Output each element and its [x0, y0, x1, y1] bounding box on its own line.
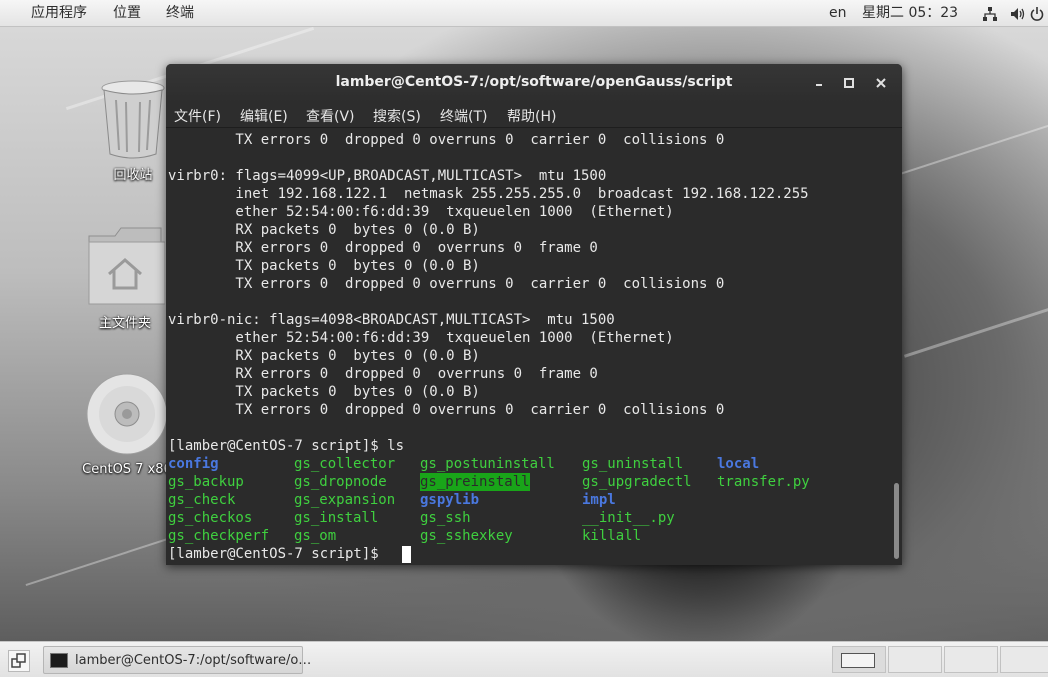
terminal-line: ether 52:54:00:f6:dd:39 txqueuelen 1000 … — [168, 204, 674, 220]
workspace-1[interactable] — [832, 646, 886, 673]
ls-entry: local — [717, 456, 760, 472]
applications-menu[interactable]: 应用程序 — [31, 4, 87, 22]
language-indicator[interactable]: en — [829, 4, 847, 22]
home-folder-icon — [88, 227, 166, 305]
ls-entry: gs_expansion — [294, 492, 396, 508]
ls-entry: gs_preinstall — [420, 473, 530, 491]
terminal-line: RX packets 0 bytes 0 (0.0 B) — [168, 348, 480, 364]
terminal-scrollbar[interactable] — [890, 129, 902, 565]
desktop-icon-home[interactable]: 主文件夹 — [70, 222, 180, 331]
menu-terminal[interactable]: 终端(T) — [440, 106, 487, 126]
ls-entry: gs_uninstall — [582, 456, 684, 472]
trash-icon — [101, 80, 165, 159]
ls-entry: config — [168, 456, 219, 472]
close-button[interactable] — [872, 74, 890, 92]
power-icon[interactable] — [1030, 6, 1044, 22]
ls-entry: gs_upgradectl — [582, 474, 692, 490]
terminal-line: [lamber@CentOS-7 script]$ ls — [168, 438, 405, 454]
terminal-line: TX errors 0 dropped 0 overruns 0 carrier… — [168, 132, 725, 148]
ls-entry: killall — [582, 528, 642, 544]
ls-entry: gs_dropnode — [294, 474, 387, 490]
bottom-taskbar: lamber@CentOS-7:/opt/software/o… — [0, 641, 1048, 677]
home-label: 主文件夹 — [98, 316, 151, 331]
ls-entry: gs_backup — [168, 474, 244, 490]
terminal-line: inet 192.168.122.1 netmask 255.255.255.0… — [168, 186, 809, 202]
window-list-icon — [11, 653, 26, 668]
terminal-line: TX packets 0 bytes 0 (0.0 B) — [168, 384, 480, 400]
ls-entry: gs_sshexkey — [420, 528, 513, 544]
terminal-line: RX packets 0 bytes 0 (0.0 B) — [168, 222, 480, 238]
ls-entry: gs_postuninstall — [420, 456, 555, 472]
terminal-line: TX errors 0 dropped 0 overruns 0 carrier… — [168, 402, 725, 418]
ls-entry: gs_collector — [294, 456, 396, 472]
terminal-line: TX packets 0 bytes 0 (0.0 B) — [168, 258, 480, 274]
menu-help[interactable]: 帮助(H) — [507, 106, 556, 126]
workspace-4[interactable] — [1000, 646, 1048, 673]
terminal-line: RX errors 0 dropped 0 overruns 0 frame 0 — [168, 366, 598, 382]
workspace-3[interactable] — [944, 646, 998, 673]
menu-view[interactable]: 查看(V) — [306, 106, 355, 126]
taskbar-terminal-item[interactable]: lamber@CentOS-7:/opt/software/o… — [43, 646, 311, 674]
places-menu[interactable]: 位置 — [113, 4, 141, 22]
menu-search[interactable]: 搜索(S) — [373, 106, 421, 126]
taskbar-terminal-label: lamber@CentOS-7:/opt/software/o… — [75, 653, 312, 668]
top-panel: 应用程序 位置 终端 en 星期二 05：23 — [0, 0, 1048, 27]
terminal-line: TX errors 0 dropped 0 overruns 0 carrier… — [168, 276, 725, 292]
ls-entry: gs_install — [294, 510, 379, 526]
ls-entry: __init__.py — [582, 510, 675, 526]
maximize-icon — [844, 78, 854, 88]
terminal-titlebar[interactable]: lamber@CentOS-7:/opt/software/openGauss/… — [166, 64, 902, 102]
ls-entry: gs_ssh — [420, 510, 471, 526]
ls-entry: gs_check — [168, 492, 236, 508]
ls-entry: impl — [582, 492, 616, 508]
volume-icon[interactable] — [1009, 6, 1025, 22]
minimize-button[interactable] — [810, 74, 828, 92]
workspace-2[interactable] — [888, 646, 942, 673]
scrollbar-thumb[interactable] — [894, 483, 899, 559]
terminal-line: RX errors 0 dropped 0 overruns 0 frame 0 — [168, 240, 598, 256]
ls-entry: transfer.py — [717, 474, 810, 490]
network-icon[interactable] — [982, 6, 998, 22]
terminal-title: lamber@CentOS-7:/opt/software/openGauss/… — [335, 74, 733, 90]
minimize-icon — [816, 84, 822, 86]
terminal-window[interactable]: lamber@CentOS-7:/opt/software/openGauss/… — [166, 64, 902, 565]
terminal-output[interactable]: TX errors 0 dropped 0 overruns 0 carrier… — [166, 129, 890, 565]
terminal-line: ether 52:54:00:f6:dd:39 txqueuelen 1000 … — [168, 330, 674, 346]
text-cursor — [402, 546, 411, 563]
show-desktop-button[interactable] — [8, 650, 30, 672]
terminal-line: virbr0-nic: flags=4098<BROADCAST,MULTICA… — [168, 312, 615, 328]
ls-entry: gs_checkperf — [168, 528, 270, 544]
terminal-app-menu[interactable]: 终端 — [166, 4, 194, 22]
ls-entry: gspylib — [420, 492, 480, 508]
ls-entry: gs_checkos — [168, 510, 253, 526]
menu-edit[interactable]: 编辑(E) — [240, 106, 288, 126]
terminal-prompt: [lamber@CentOS-7 script]$ — [168, 546, 388, 562]
clock[interactable]: 星期二 05：23 — [862, 4, 958, 22]
terminal-line: virbr0: flags=4099<UP,BROADCAST,MULTICAS… — [168, 168, 607, 184]
dvd-disc-icon — [86, 373, 168, 455]
terminal-menubar: 文件(F) 编辑(E) 查看(V) 搜索(S) 终端(T) 帮助(H) — [166, 102, 902, 128]
terminal-icon — [50, 653, 68, 668]
maximize-button[interactable] — [840, 74, 858, 92]
close-icon — [876, 78, 886, 88]
menu-file[interactable]: 文件(F) — [174, 106, 221, 126]
ls-entry: gs_om — [294, 528, 337, 544]
